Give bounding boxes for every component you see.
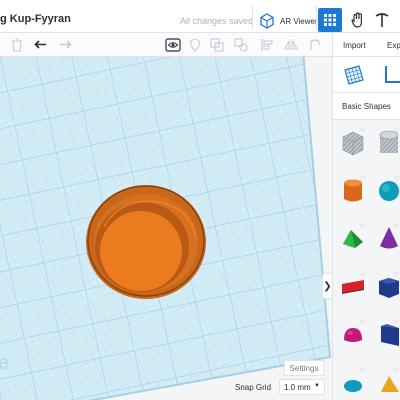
pickaxe-icon (375, 13, 389, 27)
user-menu-button[interactable] (394, 8, 400, 32)
eye-icon (165, 38, 181, 52)
mirror-button[interactable] (282, 36, 300, 54)
group-icon (210, 38, 224, 52)
settings-button[interactable]: Settings (284, 360, 324, 376)
save-status: All changes saved (180, 16, 254, 26)
favorite-star-icon[interactable]: ☆ (393, 317, 400, 326)
favorite-star-icon[interactable]: ☆ (359, 317, 366, 326)
shape-cylinder-hole[interactable]: ☆ (367, 120, 400, 168)
shape-box[interactable]: ☆ (367, 264, 400, 312)
snap-grid-label: Snap Grid (235, 383, 272, 392)
shape-wedge[interactable]: ☆ (367, 312, 400, 360)
tinkercad-editor: e ❯ Settings Snap Grid 1.0 mm ▼ g Kup-Fy… (0, 0, 400, 400)
mirror-icon (284, 39, 298, 51)
group-button[interactable] (208, 36, 226, 54)
shape-cylinder[interactable]: ☆ (333, 168, 367, 216)
shape-pyramid[interactable]: ☆ (367, 360, 400, 400)
shape-roof[interactable]: ☆ (333, 216, 367, 264)
divider (316, 6, 317, 30)
favorite-star-icon[interactable]: ☆ (359, 173, 366, 182)
chevron-right-icon: ❯ (323, 280, 332, 292)
ar-cube-icon (260, 13, 274, 29)
snap-grid-select[interactable]: 1.0 mm ▼ (279, 379, 325, 395)
favorite-star-icon[interactable]: ☆ (359, 125, 366, 134)
workplane[interactable]: e (0, 57, 332, 400)
blocks-editor-button[interactable] (346, 8, 370, 32)
shape-library: ☆ ☆ ☆ ☆ ☆ ☆ ☆ ☆ ☆ ☆ ☆ ☆ (333, 120, 400, 400)
canvas-3d-view[interactable]: e ❯ (0, 57, 332, 400)
shape-half-sphere[interactable]: ☆ (333, 312, 367, 360)
favorite-star-icon[interactable]: ☆ (393, 365, 400, 374)
shape-cone[interactable]: ☆ (367, 216, 400, 264)
favorite-star-icon[interactable]: ☆ (393, 173, 400, 182)
shape-box-hole[interactable]: ☆ (333, 120, 367, 168)
workplane-icon[interactable] (343, 64, 365, 86)
show-all-button[interactable] (164, 36, 182, 54)
edit-toolbar (0, 33, 332, 57)
shape-category-dropdown[interactable]: Basic Shapes (333, 93, 400, 120)
redo-arrow-icon (60, 40, 72, 49)
notes-tool-button[interactable] (186, 36, 204, 54)
align-button[interactable] (258, 36, 276, 54)
settings-label: Settings (289, 363, 319, 373)
document-title[interactable]: g Kup-Fyyran (0, 13, 71, 25)
bricks-button[interactable] (370, 8, 394, 32)
undo-arrow-icon (34, 40, 46, 49)
shape-text[interactable]: ☆ (333, 264, 367, 312)
3d-design-view-button[interactable] (318, 8, 342, 32)
favorite-star-icon[interactable]: ☆ (393, 125, 400, 134)
bowl-object[interactable] (86, 185, 206, 299)
ungroup-button[interactable] (232, 36, 250, 54)
delete-button[interactable] (8, 36, 26, 54)
ar-viewer-label: AR Viewer (280, 16, 318, 26)
panel-view-icons (333, 57, 400, 93)
favorite-star-icon[interactable]: ☆ (359, 269, 366, 278)
snap-grid-value: 1.0 mm (284, 382, 311, 392)
undo-button[interactable] (32, 36, 50, 54)
align-icon (261, 39, 273, 51)
ruler-icon[interactable] (383, 64, 400, 86)
trash-icon (12, 38, 22, 52)
hand-icon (351, 12, 362, 28)
ar-viewer-button[interactable]: AR Viewer (258, 11, 318, 31)
redo-button[interactable] (56, 36, 74, 54)
title-bar: g Kup-Fyyran All changes saved AR Viewer (0, 0, 400, 33)
workplane-watermark: e (0, 352, 9, 374)
cruise-icon (310, 39, 320, 50)
collapse-panel-handle[interactable]: ❯ (322, 273, 332, 299)
favorite-star-icon[interactable]: ☆ (393, 269, 400, 278)
divider (252, 6, 253, 30)
favorite-star-icon[interactable]: ☆ (359, 365, 366, 374)
shape-paraboloid[interactable]: ☆ (333, 360, 367, 400)
grid-view-icon (324, 14, 336, 26)
shape-sphere[interactable]: ☆ (367, 168, 400, 216)
cruise-button[interactable] (306, 36, 324, 54)
ungroup-icon (234, 38, 248, 52)
shapes-panel: Import Expo Basic Shapes ☆ (332, 33, 400, 400)
caret-down-icon: ▼ (314, 383, 320, 389)
panel-tabs: Import Expo (333, 33, 400, 57)
export-tab[interactable]: Expo (387, 41, 400, 50)
shape-category-label: Basic Shapes (342, 102, 391, 111)
favorite-star-icon[interactable]: ☆ (359, 221, 366, 230)
import-tab[interactable]: Import (343, 41, 366, 50)
favorite-star-icon[interactable]: ☆ (393, 221, 400, 230)
pin-icon (189, 38, 201, 52)
